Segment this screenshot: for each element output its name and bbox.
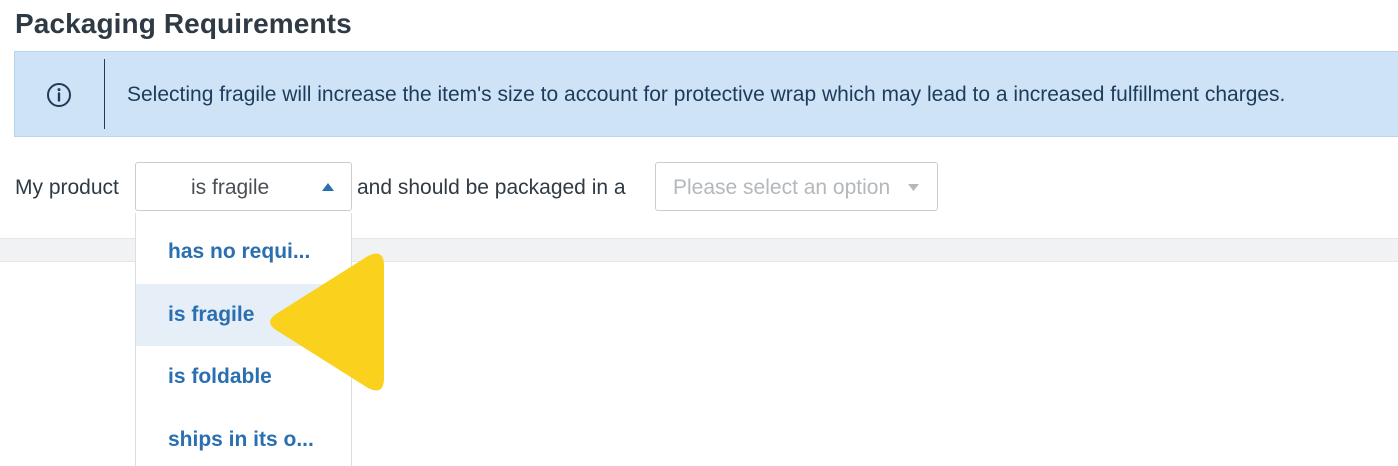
banner-divider (104, 59, 105, 129)
product-requirement-select[interactable]: is fragile (135, 162, 352, 211)
caret-up-icon (322, 183, 334, 191)
banner-message: Selecting fragile will increase the item… (127, 83, 1286, 106)
info-icon (47, 83, 71, 107)
caret-down-icon (908, 184, 919, 191)
package-select-placeholder: Please select an option (673, 176, 891, 199)
pointer-arrow-icon (270, 253, 384, 391)
info-banner: Selecting fragile will increase the item… (14, 51, 1398, 137)
sentence-middle: and should be packaged in a (357, 176, 626, 199)
product-select-value: is fragile (191, 176, 270, 199)
sentence-prefix: My product (15, 176, 119, 199)
option-ships-in-own-container[interactable]: ships in its o... (136, 409, 351, 466)
section-title: Packaging Requirements (15, 8, 352, 39)
package-type-select[interactable]: Please select an option (655, 162, 938, 211)
